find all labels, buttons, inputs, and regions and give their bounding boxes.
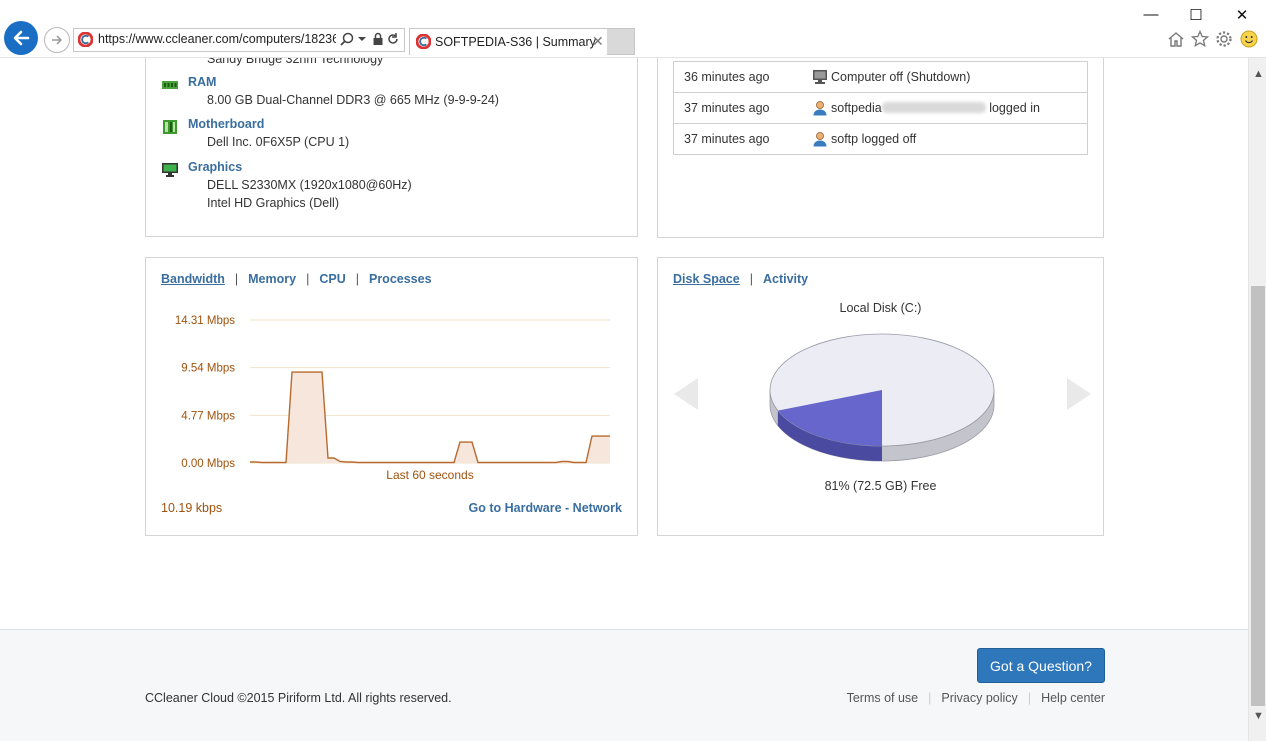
- forward-arrow-icon: [52, 35, 63, 45]
- activity-text: Computer off (Shutdown): [831, 70, 971, 84]
- current-speed: 10.19 kbps: [161, 501, 223, 515]
- activity-text: softpedia logged in: [831, 101, 1040, 115]
- terms-of-use-link[interactable]: Terms of use: [847, 691, 919, 705]
- ram-label[interactable]: RAM: [188, 75, 216, 89]
- hardware-panel: Sandy Bridge 32nm Technology RAM 8.00 GB…: [145, 58, 638, 237]
- activity-text: softp logged off: [831, 132, 917, 146]
- ram-icon: [162, 81, 178, 89]
- cpu-technology: Sandy Bridge 32nm Technology: [207, 58, 384, 66]
- activity-suffix: logged in: [985, 101, 1040, 115]
- browser-chrome: https://www.ccleaner.com/computers/18236…: [0, 0, 1266, 58]
- settings-gear-icon[interactable]: [1215, 30, 1233, 48]
- computer-icon: [813, 70, 827, 84]
- graphics-value-1: DELL S2330MX (1920x1080@60Hz): [207, 178, 412, 192]
- user-icon: [813, 132, 827, 147]
- motherboard-value: Dell Inc. 0F6X5P (CPU 1): [207, 135, 350, 149]
- refresh-icon[interactable]: [386, 32, 400, 46]
- activity-table: 36 minutes ago Computer off (Shutdown) 3…: [673, 61, 1088, 155]
- activity-time: 37 minutes ago: [684, 101, 770, 115]
- tab-close-button[interactable]: ✕: [592, 33, 604, 50]
- go-to-network-link[interactable]: Go to Hardware - Network: [469, 501, 623, 515]
- forward-button[interactable]: [44, 27, 70, 53]
- blurred-username: [881, 102, 986, 113]
- activity-row: 37 minutes ago softpedia logged in: [674, 92, 1087, 123]
- disk-free-text: 81% (72.5 GB) Free: [824, 479, 937, 493]
- search-icon[interactable]: [340, 32, 354, 46]
- back-arrow-icon: [13, 30, 30, 46]
- scroll-up-icon[interactable]: ▲: [1253, 68, 1264, 80]
- activity-time: 36 minutes ago: [684, 70, 770, 84]
- lock-icon[interactable]: [371, 32, 385, 46]
- disk-panel: Disk Space | Activity Local Disk (C:) 81% …: [657, 257, 1104, 536]
- activity-row: 36 minutes ago Computer off (Shutdown): [674, 61, 1087, 92]
- maximize-button[interactable]: ☐: [1186, 6, 1206, 24]
- footer: Got a Question? CCleaner Cloud ©2015 Pir…: [0, 629, 1248, 741]
- copyright-text: CCleaner Cloud ©2015 Piriform Ltd. All r…: [145, 691, 452, 705]
- activity-time: 37 minutes ago: [684, 132, 770, 146]
- graphics-label[interactable]: Graphics: [188, 160, 242, 174]
- activity-row: 37 minutes ago softp logged off: [674, 123, 1087, 154]
- ccleaner-favicon: [416, 34, 431, 49]
- disk-pie-chart: [769, 333, 995, 462]
- ccleaner-favicon: [78, 32, 93, 47]
- bandwidth-area: [250, 372, 610, 463]
- got-a-question-button[interactable]: Got a Question?: [977, 648, 1105, 683]
- graphics-value-2: Intel HD Graphics (Dell): [207, 196, 339, 210]
- username-prefix: softpedia: [831, 101, 882, 115]
- close-window-button[interactable]: ✕: [1232, 6, 1252, 24]
- back-button[interactable]: [4, 21, 38, 55]
- monitor-icon: [162, 163, 178, 177]
- new-tab-button[interactable]: [607, 28, 635, 55]
- scrollbar-thumb[interactable]: [1251, 286, 1265, 706]
- user-icon: [813, 101, 827, 116]
- dropdown-icon[interactable]: [355, 32, 369, 46]
- page-content: Sandy Bridge 32nm Technology RAM 8.00 GB…: [0, 58, 1248, 741]
- motherboard-icon: [163, 120, 177, 134]
- footer-links: Terms of use | Privacy policy | Help center: [846, 691, 1105, 705]
- x-axis-label: Last 60 seconds: [386, 468, 473, 482]
- vertical-scrollbar[interactable]: ▲ ▼: [1248, 58, 1266, 741]
- y-tick-label: 9.54 Mbps: [181, 363, 235, 375]
- url-text[interactable]: https://www.ccleaner.com/computers/18236: [98, 32, 336, 46]
- activity-panel: 36 minutes ago Computer off (Shutdown) 3…: [657, 58, 1104, 238]
- motherboard-label[interactable]: Motherboard: [188, 117, 264, 131]
- favorites-star-icon[interactable]: [1191, 30, 1209, 48]
- performance-panel: Bandwidth | Memory | CPU | Processes 0.00 Mbps…: [145, 257, 638, 536]
- browser-tab[interactable]: SOFTPEDIA-S36 | Summary ✕: [409, 28, 608, 55]
- y-tick-label: 0.00 Mbps: [181, 458, 235, 470]
- y-tick-label: 4.77 Mbps: [181, 410, 235, 422]
- privacy-policy-link[interactable]: Privacy policy: [941, 691, 1017, 705]
- smiley-feedback-icon[interactable]: [1240, 30, 1258, 48]
- help-center-link[interactable]: Help center: [1041, 691, 1105, 705]
- ram-value: 8.00 GB Dual-Channel DDR3 @ 665 MHz (9-9…: [207, 93, 499, 107]
- scroll-down-icon[interactable]: ▼: [1253, 710, 1264, 722]
- home-icon[interactable]: [1167, 30, 1185, 48]
- address-bar[interactable]: https://www.ccleaner.com/computers/18236: [73, 28, 405, 52]
- tab-title: SOFTPEDIA-S36 | Summary: [435, 35, 596, 49]
- bandwidth-chart: 0.00 Mbps 4.77 Mbps 9.54 Mbps 14.31 Mbps Las…: [175, 315, 610, 482]
- y-tick-label: 14.31 Mbps: [175, 315, 235, 327]
- minimize-button[interactable]: —: [1141, 6, 1161, 23]
